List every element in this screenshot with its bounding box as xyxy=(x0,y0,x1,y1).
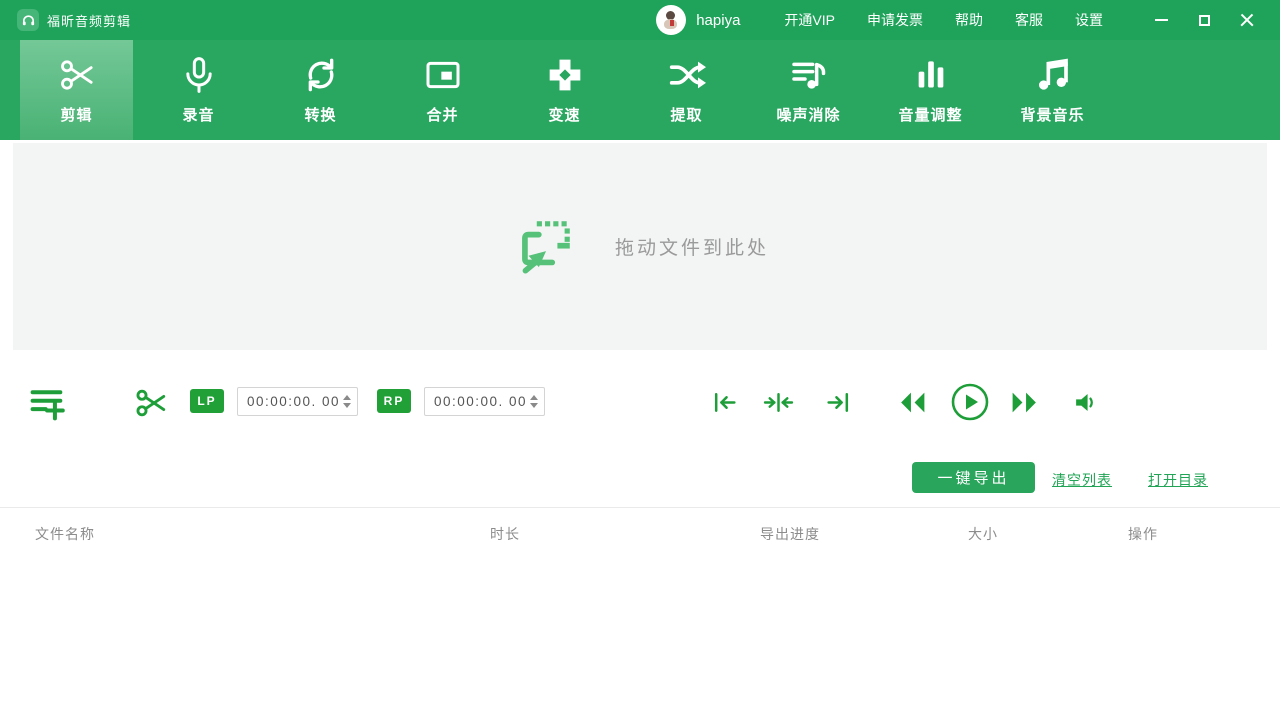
column-progress: 导出进度 xyxy=(760,524,820,544)
jump-to-end-button[interactable] xyxy=(825,389,852,416)
app-title: 福昕音频剪辑 xyxy=(47,11,131,30)
set-marker-button[interactable] xyxy=(763,389,794,416)
skip-to-end-icon xyxy=(825,389,852,416)
close-icon xyxy=(1240,13,1254,27)
spin-up-icon[interactable] xyxy=(343,395,351,400)
clear-list-link[interactable]: 清空列表 xyxy=(1052,470,1112,490)
fast-forward-button[interactable] xyxy=(1009,391,1040,414)
menu-support[interactable]: 客服 xyxy=(1015,10,1043,30)
toolbar: 剪辑 录音 转换 合并 xyxy=(0,40,1280,140)
noise-removal-icon xyxy=(789,55,829,95)
menu-help[interactable]: 帮助 xyxy=(955,10,983,30)
menu-vip[interactable]: 开通VIP xyxy=(784,10,835,30)
open-folder-link[interactable]: 打开目录 xyxy=(1148,470,1208,490)
rp-spinner[interactable] xyxy=(530,388,538,415)
speaker-icon xyxy=(1073,390,1098,415)
user-avatar[interactable] xyxy=(656,5,686,35)
maximize-icon xyxy=(1199,15,1210,26)
titlebar-menu: 开通VIP 申请发票 帮助 客服 设置 xyxy=(784,10,1135,30)
column-filename: 文件名称 xyxy=(35,524,95,544)
spin-down-icon[interactable] xyxy=(343,403,351,408)
column-actions: 操作 xyxy=(1128,524,1158,544)
volume-button[interactable] xyxy=(1073,390,1098,415)
tab-speed[interactable]: 变速 xyxy=(508,40,621,140)
maximize-button[interactable] xyxy=(1194,10,1214,30)
add-to-list-icon xyxy=(28,383,68,423)
speed-icon xyxy=(545,55,585,95)
rewind-icon xyxy=(897,391,928,414)
rewind-button[interactable] xyxy=(897,391,928,414)
tab-record[interactable]: 录音 xyxy=(142,40,255,140)
menu-invoice[interactable]: 申请发票 xyxy=(867,10,923,30)
tab-noise-removal[interactable]: 噪声消除 xyxy=(752,40,865,140)
volume-adjust-icon xyxy=(911,55,951,95)
left-point-time-value: 00:00:00. 00 xyxy=(247,394,343,409)
file-drop-zone[interactable]: 拖动文件到此处 xyxy=(13,143,1267,350)
jump-to-start-button[interactable] xyxy=(711,389,738,416)
titlebar: 福昕音频剪辑 hapiya 开通VIP 申请发票 帮助 客服 设置 xyxy=(0,0,1280,40)
play-button[interactable] xyxy=(950,382,990,422)
column-duration: 时长 xyxy=(490,524,520,544)
minimize-button[interactable] xyxy=(1151,10,1171,30)
tab-background-music[interactable]: 背景音乐 xyxy=(996,40,1109,140)
drop-zone-hint: 拖动文件到此处 xyxy=(615,233,769,260)
merge-icon xyxy=(423,55,463,95)
extract-icon xyxy=(667,55,707,95)
tab-extract[interactable]: 提取 xyxy=(630,40,743,140)
right-point-time-value: 00:00:00. 00 xyxy=(434,394,530,409)
window-controls xyxy=(1151,10,1280,30)
convert-icon xyxy=(301,55,341,95)
tab-volume-adjust[interactable]: 音量调整 xyxy=(874,40,987,140)
spin-up-icon[interactable] xyxy=(530,395,538,400)
arrows-to-center-icon xyxy=(763,389,794,416)
username[interactable]: hapiya xyxy=(696,12,740,29)
tab-merge[interactable]: 合并 xyxy=(386,40,499,140)
skip-to-start-icon xyxy=(711,389,738,416)
app-logo-icon xyxy=(17,9,39,31)
background-music-icon xyxy=(1033,55,1073,95)
lp-spinner[interactable] xyxy=(343,388,351,415)
left-point-badge[interactable]: LP xyxy=(190,389,224,413)
microphone-icon xyxy=(179,55,219,95)
audio-editor-window: 福昕音频剪辑 hapiya 开通VIP 申请发票 帮助 客服 设置 xyxy=(0,0,1280,720)
drag-drop-icon xyxy=(511,214,577,280)
tab-clip[interactable]: 剪辑 xyxy=(20,40,133,140)
cut-button[interactable] xyxy=(133,385,169,421)
scissors-icon xyxy=(57,55,97,95)
menu-settings[interactable]: 设置 xyxy=(1075,10,1103,30)
right-point-badge[interactable]: RP xyxy=(377,389,411,413)
fast-forward-icon xyxy=(1009,391,1040,414)
file-table-header: 文件名称 时长 导出进度 大小 操作 xyxy=(0,507,1280,555)
spin-down-icon[interactable] xyxy=(530,403,538,408)
add-files-button[interactable] xyxy=(28,383,68,423)
column-size: 大小 xyxy=(968,524,998,544)
play-icon xyxy=(950,382,990,422)
cut-scissors-icon xyxy=(133,385,169,421)
left-point-time-input[interactable]: 00:00:00. 00 xyxy=(237,387,358,416)
right-point-time-input[interactable]: 00:00:00. 00 xyxy=(424,387,545,416)
tab-convert[interactable]: 转换 xyxy=(264,40,377,140)
minimize-icon xyxy=(1155,19,1168,21)
close-button[interactable] xyxy=(1237,10,1257,30)
export-all-button[interactable]: 一键导出 xyxy=(912,462,1035,493)
